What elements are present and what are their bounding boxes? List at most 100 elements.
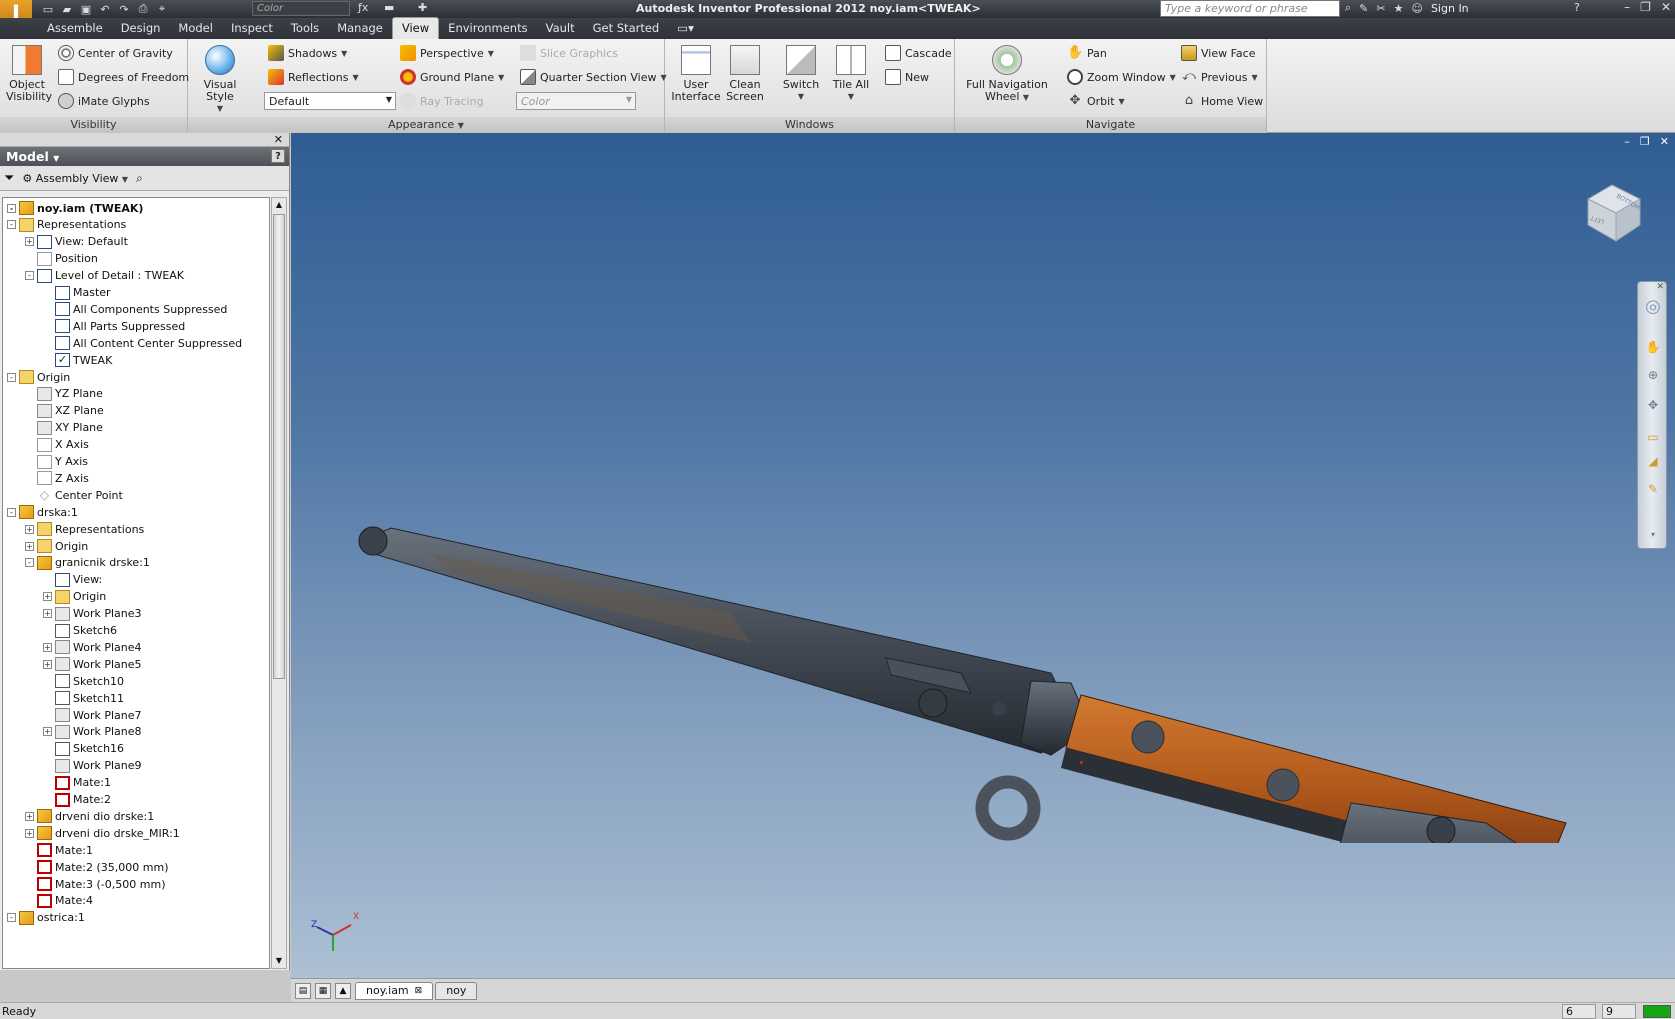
expand-icon[interactable]: + <box>43 642 52 652</box>
expand-icon[interactable]: + <box>25 811 34 821</box>
tree-node[interactable]: Work Plane7 <box>43 706 142 724</box>
pan-hand-icon[interactable]: ✋ <box>1644 338 1662 356</box>
tree-node[interactable]: - noy.iam (TWEAK) <box>7 199 143 217</box>
expand-icon[interactable]: + <box>43 659 52 669</box>
tree-node[interactable]: XZ Plane <box>25 402 104 420</box>
tab-model[interactable]: Model <box>169 18 222 39</box>
new-window-button[interactable]: New <box>885 69 929 85</box>
collapse-icon[interactable]: - <box>7 203 16 213</box>
perspective-button[interactable]: Perspective ▼ <box>400 45 494 61</box>
quarter-section-view-button[interactable]: Quarter Section View ▼ <box>520 69 667 85</box>
tree-node[interactable]: Mate:1 <box>43 774 111 792</box>
binoculars-icon[interactable]: ⌕ <box>1345 1 1351 15</box>
close-icon[interactable]: ⊠ <box>415 986 423 996</box>
user-interface-button[interactable]: User Interface <box>671 45 721 103</box>
tree-node[interactable]: Master <box>43 284 111 302</box>
reflections-button[interactable]: Reflections ▼ <box>268 69 359 85</box>
tree-node[interactable]: - ostrica:1 <box>7 909 85 927</box>
tree-node[interactable]: ◇ Center Point <box>25 486 123 504</box>
tree-node[interactable]: X Axis <box>25 436 89 454</box>
tree-node[interactable]: Sketch10 <box>43 672 124 690</box>
tree-node[interactable]: All Components Suppressed <box>43 300 227 318</box>
expand-icon[interactable]: + <box>25 237 34 247</box>
center-of-gravity-button[interactable]: Center of Gravity <box>58 45 173 61</box>
undo-icon[interactable]: ↶ <box>97 2 113 16</box>
home-view-button[interactable]: ⌂ Home View <box>1181 93 1263 109</box>
collapse-icon[interactable]: - <box>25 558 34 568</box>
object-visibility-button[interactable]: Object Visibility <box>6 45 52 103</box>
minimize-icon[interactable]: – <box>1624 0 1630 14</box>
ray-tracing-button[interactable]: Ray Tracing <box>400 93 484 109</box>
tree-node[interactable]: Y Axis <box>25 453 88 471</box>
visual-style-button[interactable]: Visual Style ▼ <box>196 45 244 115</box>
tree-node[interactable]: + drveni dio drske_MIR:1 <box>25 824 180 842</box>
new-icon[interactable]: ▭ <box>40 2 56 16</box>
tree-node[interactable]: - Level of Detail : TWEAK <box>25 267 184 285</box>
view-face-icon[interactable]: ▭ <box>1644 428 1662 446</box>
tree-node[interactable]: All Content Center Suppressed <box>43 334 242 352</box>
user-icon[interactable]: ☺ <box>1411 2 1422 15</box>
tree-node[interactable]: - Origin <box>7 368 70 386</box>
collapse-icon[interactable]: - <box>7 372 16 382</box>
look-at-icon[interactable]: ◢ <box>1644 452 1662 470</box>
document-tab[interactable]: noy.iam ⊠ <box>355 981 434 1000</box>
tree-node[interactable]: + Work Plane3 <box>43 605 142 623</box>
select-icon[interactable]: ⌖ <box>154 2 170 16</box>
degrees-of-freedom-button[interactable]: Degrees of Freedom <box>58 69 189 85</box>
browser-header[interactable]: Model ▼ ? <box>0 147 289 166</box>
redo-icon[interactable]: ↷ <box>116 2 132 16</box>
pan-button[interactable]: ✋ Pan <box>1067 45 1107 61</box>
expand-icon[interactable]: + <box>25 541 34 551</box>
scrollbar-thumb[interactable] <box>273 214 285 679</box>
cascade-windows-icon[interactable]: ▤ <box>295 982 311 999</box>
shadows-button[interactable]: Shadows ▼ <box>268 45 347 61</box>
tree-node[interactable]: YZ Plane <box>25 385 103 403</box>
add-icon[interactable]: ✚ <box>418 1 427 14</box>
tree-node[interactable]: ✓ TWEAK <box>43 351 112 369</box>
tab-inspect[interactable]: Inspect <box>222 18 282 39</box>
find-binoculars-icon[interactable]: ⌕ <box>136 171 143 186</box>
tree-node[interactable]: - granicnik drske:1 <box>25 554 150 572</box>
tab-assemble[interactable]: Assemble <box>38 18 112 39</box>
tree-node[interactable]: Sketch11 <box>43 689 124 707</box>
tree-node[interactable]: + Work Plane4 <box>43 638 142 656</box>
tree-node[interactable]: Mate:2 <box>43 791 111 809</box>
bayonet-3d-model[interactable] <box>351 403 1601 843</box>
tree-node[interactable]: + View: Default <box>25 233 128 251</box>
print-icon[interactable]: ⎙ <box>135 2 151 16</box>
ribbon-options-icon[interactable]: ▭▾ <box>668 18 703 39</box>
graphics-window[interactable]: – ❐ ✕ BOTTOM LEFT ✕ ◎ ✋ ⊕ ✥ ▭ ◢ ✎ ▾ X Z <box>291 133 1675 978</box>
tree-node[interactable]: + Origin <box>25 537 88 555</box>
previous-view-button[interactable]: ⤺ Previous ▼ <box>1181 69 1258 85</box>
sketch-icon[interactable]: ✎ <box>1644 480 1662 498</box>
scroll-up-icon[interactable]: ▲ <box>272 198 286 212</box>
zoom-window-button[interactable]: Zoom Window ▼ <box>1067 69 1176 85</box>
minimize-icon[interactable]: – <box>1624 135 1630 148</box>
scroll-down-icon[interactable]: ▼ <box>272 954 286 968</box>
viewcube[interactable]: BOTTOM LEFT <box>1580 181 1644 243</box>
collapse-icon[interactable]: - <box>7 913 16 923</box>
communication-icon[interactable]: ✂ <box>1376 2 1385 15</box>
tab-get-started[interactable]: Get Started <box>584 18 669 39</box>
filter-icon[interactable]: ⏷ <box>4 171 14 186</box>
tab-vault[interactable]: Vault <box>537 18 584 39</box>
customize-icon[interactable]: ▾ <box>1644 526 1662 544</box>
tree-node[interactable]: + Work Plane8 <box>43 723 142 741</box>
expand-icon[interactable]: + <box>25 524 34 534</box>
color-select[interactable]: Color ▼ <box>516 92 636 110</box>
imate-glyphs-button[interactable]: iMate Glyphs <box>58 93 150 109</box>
orbit-button[interactable]: ✥ Orbit ▼ <box>1067 93 1125 109</box>
full-navigation-wheel-button[interactable]: Full Navigation Wheel ▼ <box>963 45 1051 104</box>
help-icon[interactable]: ? <box>1574 1 1580 14</box>
sign-in-button[interactable]: Sign In <box>1431 2 1469 15</box>
open-icon[interactable]: ▰ <box>59 2 75 16</box>
browser-scrollbar[interactable]: ▲ ▼ <box>271 197 287 969</box>
document-tab[interactable]: noy <box>435 981 478 1000</box>
expand-icon[interactable]: + <box>25 828 34 838</box>
expand-icon[interactable]: + <box>43 727 52 737</box>
tree-node[interactable]: XY Plane <box>25 419 103 437</box>
tree-node[interactable]: + Work Plane5 <box>43 655 142 673</box>
tree-node[interactable]: Sketch16 <box>43 740 124 758</box>
tile-windows-icon[interactable]: ▦ <box>315 982 331 999</box>
close-icon[interactable]: ✕ <box>1661 0 1671 14</box>
